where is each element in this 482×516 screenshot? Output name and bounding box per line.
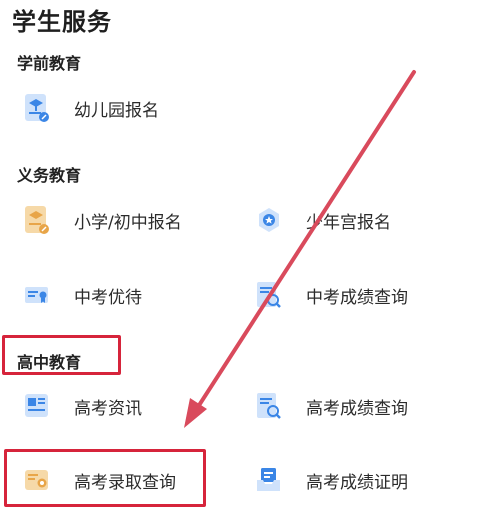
service-label: 高考录取查询 [74, 472, 176, 493]
service-label: 高考成绩证明 [306, 472, 408, 493]
service-label: 小学/初中报名 [74, 212, 182, 233]
score-search-icon [256, 280, 282, 310]
service-label: 少年宫报名 [306, 212, 391, 233]
score-search-icon [256, 391, 282, 421]
service-gaokao-score-certificate[interactable]: 高考成绩证明 [256, 460, 408, 500]
kindergarten-icon [24, 93, 50, 123]
youth-palace-icon [256, 205, 282, 235]
service-label: 中考优待 [74, 287, 142, 308]
news-icon [24, 391, 50, 421]
service-gaokao-news[interactable]: 高考资讯 [24, 386, 142, 426]
service-label: 高考成绩查询 [306, 398, 408, 419]
school-enroll-icon [24, 205, 50, 235]
service-kindergarten-enroll[interactable]: 幼儿园报名 [24, 88, 159, 128]
section-title-compulsory: 义务教育 [17, 166, 82, 185]
section-title-highschool: 高中教育 [17, 353, 82, 372]
certificate-icon [24, 280, 50, 310]
service-label: 高考资讯 [74, 398, 142, 419]
section-title-preschool: 学前教育 [17, 54, 82, 73]
service-gaokao-admission-query[interactable]: 高考录取查询 [24, 460, 176, 500]
page-title: 学生服务 [12, 8, 112, 36]
service-label: 中考成绩查询 [306, 287, 408, 308]
service-school-enroll[interactable]: 小学/初中报名 [24, 200, 182, 240]
service-zhongkao-score-query[interactable]: 中考成绩查询 [256, 275, 408, 315]
service-label: 幼儿园报名 [74, 100, 159, 121]
annotation-arrow [184, 70, 416, 428]
service-gaokao-score-query[interactable]: 高考成绩查询 [256, 386, 408, 426]
inbox-icon [256, 465, 282, 495]
admission-search-icon [24, 465, 50, 495]
service-youth-palace-enroll[interactable]: 少年宫报名 [256, 200, 391, 240]
service-zhongkao-preferential[interactable]: 中考优待 [24, 275, 142, 315]
